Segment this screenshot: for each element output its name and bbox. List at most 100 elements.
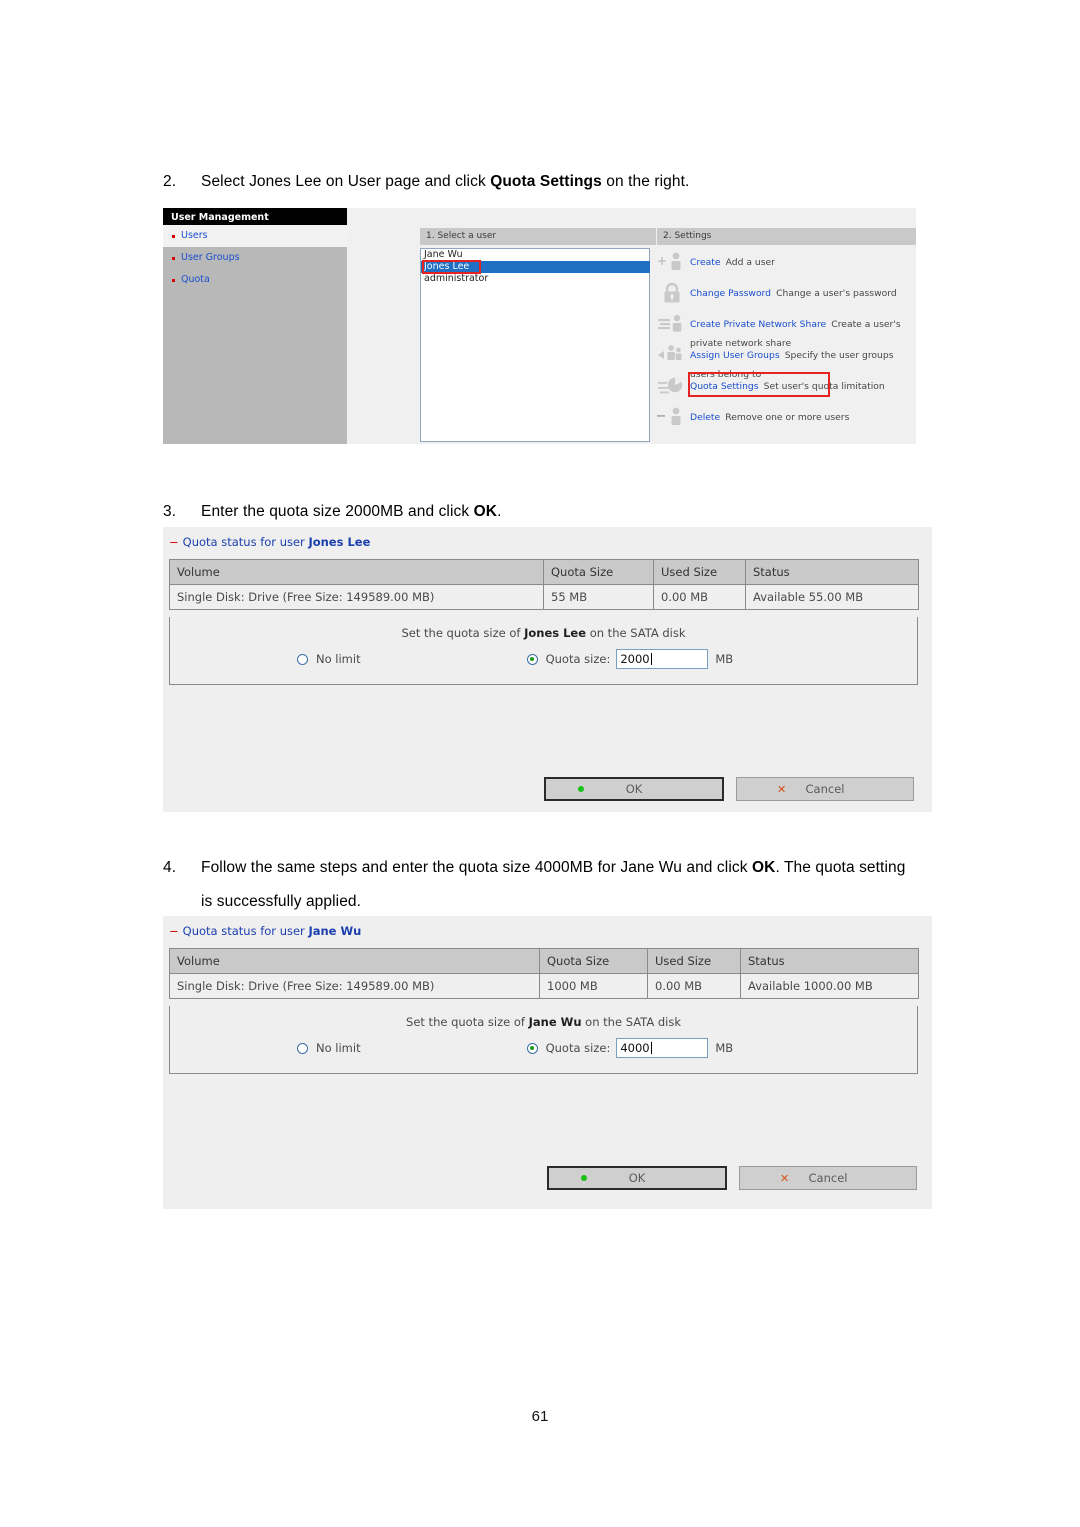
quota-setting-box: Set the quota size of Jones Lee on the S…	[169, 617, 918, 685]
assign-groups-icon	[656, 343, 690, 369]
radio-no-limit-label: No limit	[316, 652, 361, 666]
user-name: administrator	[424, 273, 489, 284]
sidebar-item-quota-label: Quota	[181, 274, 210, 285]
ok-button[interactable]: OK	[544, 777, 724, 801]
settings-item-change-password[interactable]: Change Password Change a user's password	[656, 281, 916, 312]
collapse-icon[interactable]: −	[169, 535, 179, 549]
quota-set-label-after: on the SATA disk	[581, 1015, 681, 1029]
quota-set-label: Set the quota size of Jane Wu on the SAT…	[170, 1006, 917, 1029]
panes: 1. Select a user 2. Settings Jane Wu Jon…	[420, 228, 916, 444]
network-share-icon	[656, 312, 690, 338]
column-header-used-size: Used Size	[647, 948, 741, 974]
cell-status: Available 55.00 MB	[745, 584, 919, 610]
quota-size-unit: MB	[715, 1041, 734, 1055]
quota-panel-jane-wu: − Quota status for user Jane Wu Volume Qu…	[163, 916, 932, 1209]
user-name: Jane Wu	[424, 249, 463, 260]
settings-link-create[interactable]: Create	[690, 257, 721, 268]
quota-heading: − Quota status for user Jane Wu	[163, 916, 932, 944]
cell-used-size: 0.00 MB	[653, 584, 746, 610]
button-row: OK ✕ Cancel	[544, 777, 914, 801]
quota-setting-box: Set the quota size of Jane Wu on the SAT…	[169, 1006, 918, 1074]
cancel-button-label: Cancel	[808, 1171, 848, 1185]
ok-button-label: OK	[625, 782, 643, 796]
cancel-button[interactable]: ✕ Cancel	[736, 777, 914, 801]
step-4-number: 4.	[163, 859, 177, 876]
settings-item-assign-user-groups[interactable]: Assign User Groups Specify the user grou…	[656, 343, 916, 380]
settings-item-create-private-network-share[interactable]: Create Private Network Share Create a us…	[656, 312, 916, 349]
ok-button[interactable]: OK	[547, 1166, 727, 1190]
sidebar-item-user-groups-label: User Groups	[181, 252, 240, 263]
user-list[interactable]: Jane Wu Jones Lee administrator	[420, 248, 650, 442]
settings-link-change-password[interactable]: Change Password	[690, 288, 771, 299]
radio-quota-size-label: Quota size:	[545, 1041, 611, 1055]
radio-no-limit[interactable]	[297, 1042, 308, 1054]
table-row: Single Disk: Drive (Free Size: 149589.00…	[169, 584, 919, 610]
ok-indicator-icon	[581, 1175, 587, 1181]
table-header-row: Volume Quota Size Used Size Status	[169, 559, 919, 585]
step-2-bold: Quota Settings	[490, 173, 602, 190]
step-4-text: Follow the same steps and enter the quot…	[201, 851, 915, 919]
sidebar-title: User Management	[163, 208, 347, 225]
button-row: OK ✕ Cancel	[547, 1166, 917, 1190]
settings-item-create[interactable]: + Create Add a user	[656, 250, 916, 281]
sidebar-item-users[interactable]: Users	[163, 225, 347, 247]
sidebar-item-user-groups[interactable]: User Groups	[163, 247, 347, 269]
column-header-status: Status	[740, 948, 919, 974]
lock-icon	[656, 281, 690, 307]
cancel-button[interactable]: ✕ Cancel	[739, 1166, 917, 1190]
sidebar-item-quota[interactable]: Quota	[163, 269, 347, 291]
settings-pane: + Create Add a user Change Password Chan…	[650, 245, 916, 444]
panes-body: Jane Wu Jones Lee administrator + Create…	[420, 245, 916, 444]
quota-panel-jones-lee: − Quota status for user Jones Lee Volume …	[163, 527, 932, 812]
quota-set-label-user: Jones Lee	[524, 626, 587, 640]
column-header-quota-size: Quota Size	[543, 559, 654, 585]
step-4-text-before: Follow the same steps and enter the quot…	[201, 859, 752, 876]
step-3-text: Enter the quota size 2000MB and click OK…	[201, 495, 903, 529]
column-header-volume: Volume	[169, 948, 540, 974]
settings-link-delete[interactable]: Delete	[690, 412, 720, 423]
quota-options-row: No limit Quota size: 2000 MB	[170, 640, 917, 669]
radio-quota-size[interactable]	[526, 653, 538, 665]
settings-item-text: Change Password Change a user's password	[690, 281, 897, 300]
column-header-used-size: Used Size	[653, 559, 746, 585]
quota-heading-user: Jones Lee	[308, 535, 371, 549]
cell-volume: Single Disk: Drive (Free Size: 149589.00…	[169, 584, 544, 610]
step-3-bold: OK	[473, 503, 498, 520]
cell-status: Available 1000.00 MB	[740, 973, 919, 999]
quota-heading: − Quota status for user Jones Lee	[163, 527, 932, 555]
close-icon: ✕	[777, 782, 787, 796]
cell-quota-size: 1000 MB	[539, 973, 648, 999]
svg-text:+: +	[657, 254, 667, 268]
settings-item-text: Create Add a user	[690, 250, 775, 269]
radio-quota-size-label: Quota size:	[545, 652, 611, 666]
step-3-text-before: Enter the quota size 2000MB and click	[201, 503, 474, 520]
step-2-text-before: Select Jones Lee on User page and click	[201, 173, 491, 190]
settings-link-assign-user-groups[interactable]: Assign User Groups	[690, 350, 780, 361]
step-2-number: 2.	[163, 173, 177, 190]
radio-no-limit[interactable]	[297, 653, 308, 665]
cell-quota-size: 55 MB	[543, 584, 654, 610]
column-header-quota-size: Quota Size	[539, 948, 648, 974]
settings-link-create-private-network-share[interactable]: Create Private Network Share	[690, 319, 826, 330]
step-2-text-after: on the right.	[601, 173, 690, 190]
quota-pie-icon	[656, 374, 690, 400]
quota-size-input[interactable]: 4000	[616, 1038, 709, 1058]
radio-quota-size[interactable]	[526, 1042, 538, 1054]
settings-desc-change-password: Change a user's password	[776, 288, 897, 299]
quota-set-label-before: Set the quota size of	[406, 1015, 529, 1029]
step-4-bold: OK	[751, 859, 776, 876]
step-3: 3. Enter the quota size 2000MB and click…	[163, 495, 903, 529]
pane-header-settings: 2. Settings	[656, 228, 916, 245]
collapse-icon[interactable]: −	[169, 924, 179, 938]
step-4: 4. Follow the same steps and enter the q…	[163, 851, 915, 919]
quota-size-unit: MB	[715, 652, 734, 666]
quota-size-input[interactable]: 2000	[616, 649, 709, 669]
step-2-text: Select Jones Lee on User page and click …	[201, 165, 903, 199]
annotation-box-quota-settings	[688, 372, 830, 397]
sidebar-item-users-label: Users	[181, 230, 208, 241]
list-item[interactable]: administrator	[421, 273, 649, 285]
step-3-number: 3.	[163, 503, 177, 520]
settings-item-delete[interactable]: Delete Remove one or more users	[656, 405, 916, 436]
column-header-status: Status	[745, 559, 919, 585]
quota-size-value: 2000	[620, 652, 650, 666]
